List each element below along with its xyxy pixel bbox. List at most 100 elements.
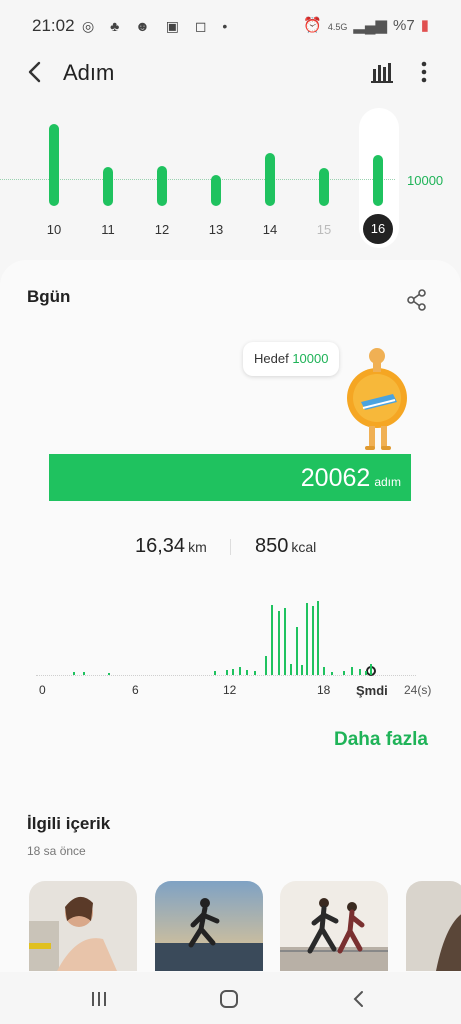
- hour-bar: [290, 664, 292, 675]
- hour-label-24: 24(s): [404, 683, 432, 697]
- hour-bar: [271, 605, 273, 675]
- status-time: 21:02: [32, 16, 75, 35]
- week-day-label[interactable]: 15: [309, 222, 339, 237]
- hour-bar: [254, 671, 256, 675]
- hour-bar: [73, 672, 75, 675]
- hour-label-12: 12: [223, 683, 237, 697]
- hour-label-now: Şmdi: [356, 683, 388, 698]
- calories-unit: kcal: [291, 539, 317, 555]
- related-title: İlgili içerik: [27, 814, 111, 833]
- network-label: 4.5G: [327, 22, 348, 32]
- week-day-label[interactable]: 12: [147, 222, 177, 237]
- today-card: Bgün Hedef 10000 20062 adım 16,34 km 850 kc…: [0, 260, 461, 972]
- hour-bar: [296, 627, 298, 675]
- week-bar-15[interactable]: [319, 168, 329, 206]
- hour-bar: [108, 673, 110, 675]
- hour-bar: [214, 671, 216, 675]
- recent-apps-icon[interactable]: [90, 991, 108, 1007]
- app-bar: Adım: [0, 52, 461, 94]
- distance-stat: 16,34 km: [135, 535, 207, 558]
- gym-photo-icon: [29, 881, 137, 971]
- signal-icon: ▂▄▆: [353, 17, 388, 34]
- nav-back-icon[interactable]: [351, 990, 367, 1008]
- achievement-mascot-icon: [347, 348, 407, 450]
- calories-stat: 850 kcal: [255, 535, 316, 558]
- steps-unit: adım: [374, 475, 401, 489]
- bar-chart-icon[interactable]: [369, 59, 395, 85]
- week-bar-10[interactable]: [49, 124, 59, 206]
- week-bar-11[interactable]: [103, 167, 113, 206]
- hour-label-0: 0: [39, 683, 46, 697]
- hour-bar: [284, 608, 286, 675]
- steps-count: 20062: [300, 464, 371, 492]
- hour-baseline: [36, 675, 416, 676]
- weekly-steps-chart[interactable]: 10000 9 10 11 12 13 14 15 16: [0, 100, 461, 252]
- week-day-label[interactable]: 10: [39, 222, 69, 237]
- hour-label-18: 18: [317, 683, 331, 697]
- notification-icons: ◎ ♣ ☻ ▣ ◻ •: [82, 18, 234, 34]
- goal-line-label: 10000: [407, 173, 444, 188]
- hour-bar: [301, 665, 303, 675]
- home-icon[interactable]: [220, 990, 238, 1008]
- hourly-steps-chart: 0 6 12 18 Şmdi 24(s): [36, 580, 436, 700]
- steps-progress-bar: 20062 adım: [49, 454, 411, 501]
- status-right: ⏰ 4.5G ▂▄▆ %7 ▮: [297, 16, 429, 34]
- alarm-icon: ⏰: [303, 17, 322, 34]
- related-thumbnail[interactable]: [155, 881, 263, 971]
- goal-line: [0, 179, 395, 180]
- hour-bar: [265, 656, 267, 675]
- hour-bar: [232, 669, 234, 675]
- hour-label-6: 6: [132, 683, 139, 697]
- battery-label: %7: [393, 17, 415, 34]
- goal-prefix: Hedef: [254, 351, 289, 366]
- hour-bar: [226, 670, 228, 675]
- hour-bar: [343, 671, 345, 675]
- week-bar-16[interactable]: [373, 155, 383, 206]
- fitness-photo-icon: [406, 881, 461, 971]
- week-bar-12[interactable]: [157, 166, 167, 206]
- hour-bar: [370, 664, 372, 675]
- share-icon[interactable]: [405, 288, 429, 312]
- more-button[interactable]: Daha fazla: [334, 729, 428, 751]
- hour-bar: [331, 672, 333, 675]
- week-day-label[interactable]: 11: [93, 222, 123, 237]
- progress-text: 20062 adım: [301, 464, 401, 493]
- hour-bar: [323, 667, 325, 675]
- page-title: Adım: [63, 60, 115, 85]
- goal-value: 10000: [292, 351, 329, 366]
- hour-bar: [365, 671, 367, 675]
- related-thumbnail[interactable]: [29, 881, 137, 971]
- hour-bar: [83, 672, 85, 675]
- related-thumbnail[interactable]: [280, 881, 388, 971]
- hour-bar: [351, 667, 353, 675]
- stats-divider: [230, 539, 231, 555]
- goal-bubble: Hedef 10000: [243, 342, 340, 376]
- hour-bar: [312, 606, 314, 675]
- card-title: Bgün: [27, 287, 71, 306]
- battery-icon: ▮: [420, 17, 429, 34]
- calories-value: 850: [255, 535, 289, 557]
- couple-running-photo-icon: [280, 881, 388, 971]
- status-bar: 21:02 ◎ ♣ ☻ ▣ ◻ • ⏰ 4.5G ▂▄▆ %7 ▮: [0, 0, 461, 52]
- hour-bar: [246, 670, 248, 675]
- week-day-label[interactable]: 14: [255, 222, 285, 237]
- more-options-icon[interactable]: [414, 58, 434, 86]
- related-time: 18 sa önce: [27, 844, 86, 858]
- stats-row: 16,34 km 850 kcal: [0, 535, 461, 565]
- hour-bar: [239, 667, 241, 675]
- system-nav-bar: [0, 972, 461, 1024]
- week-bar-14[interactable]: [265, 153, 275, 206]
- distance-unit: km: [188, 539, 207, 555]
- distance-value: 16,34: [135, 535, 186, 557]
- week-day-label[interactable]: 13: [201, 222, 231, 237]
- hour-bar: [306, 603, 308, 675]
- hour-bar: [278, 611, 280, 675]
- related-thumbnail[interactable]: [406, 881, 461, 971]
- week-bar-13[interactable]: [211, 175, 221, 206]
- week-day-label[interactable]: 9: [0, 222, 7, 237]
- runner-beach-photo-icon: [155, 881, 263, 971]
- week-day-label[interactable]: 16: [363, 214, 393, 244]
- hour-bar: [359, 669, 361, 675]
- back-arrow-icon[interactable]: [22, 58, 50, 86]
- hour-bar: [317, 601, 319, 675]
